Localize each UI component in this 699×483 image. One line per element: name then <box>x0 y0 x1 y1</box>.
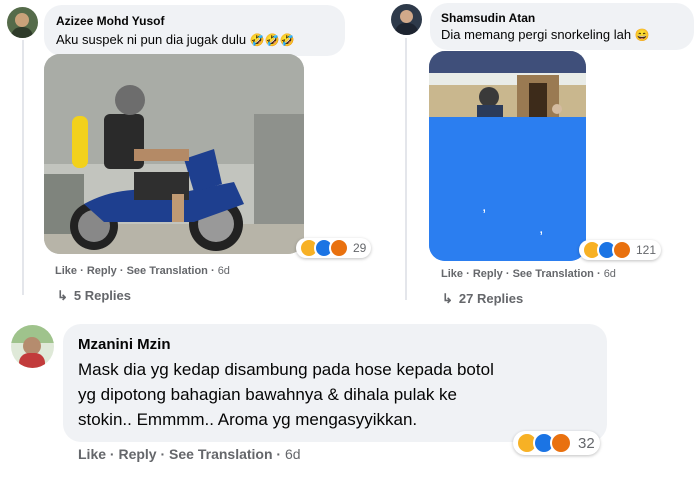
comment-author[interactable]: Azizee Mohd Yusof <box>56 14 164 28</box>
see-translation-link[interactable]: See Translation <box>127 265 208 277</box>
comment-actions: Like · Reply · See Translation · 6d <box>441 268 616 280</box>
comment-timestamp[interactable]: 6d <box>604 268 616 280</box>
reaction-count: 29 <box>353 241 367 255</box>
reply-link[interactable]: Reply <box>87 265 117 277</box>
reactions-summary[interactable]: 121 <box>579 240 662 260</box>
view-replies-link[interactable]: ↳ 5 Replies <box>57 288 131 304</box>
see-translation-link[interactable]: See Translation <box>169 446 272 462</box>
angry-reaction-icon <box>550 432 572 454</box>
avatar[interactable] <box>391 4 422 35</box>
avatar[interactable] <box>7 7 38 38</box>
reactions-summary[interactable]: 29 <box>296 238 372 258</box>
comment-timestamp[interactable]: 6d <box>218 265 230 277</box>
thread-line <box>22 40 24 295</box>
comment-image[interactable] <box>44 54 304 254</box>
like-link[interactable]: Like <box>78 446 106 462</box>
comment-actions: Like · Reply · See Translation · 6d <box>78 446 301 462</box>
reply-arrow-icon: ↳ <box>442 291 453 306</box>
comment-author[interactable]: Mzanini Mzin <box>78 336 171 353</box>
comment-image[interactable]: , , <box>429 51 586 261</box>
like-link[interactable]: Like <box>441 268 463 280</box>
angry-reaction-icon <box>329 238 349 258</box>
avatar[interactable] <box>11 325 54 368</box>
grinning-emoji-icon: 😄 <box>634 28 650 42</box>
comment-bubble: Mzanini Mzin Mask dia yg kedap disambung… <box>63 324 607 442</box>
comment-actions: Like · Reply · See Translation · 6d <box>55 265 230 277</box>
like-link[interactable]: Like <box>55 265 77 277</box>
comment-text-line: stokin.. Emmmm.. Aroma yg mengasyyikkan. <box>78 410 418 429</box>
scuba-rider-photo <box>44 54 304 254</box>
comment-bubble: Shamsudin Atan Dia memang pergi snorkeli… <box>430 3 694 50</box>
comment-text: Aku suspek ni pun dia jugak dulu 🤣🤣🤣 <box>56 32 295 47</box>
view-replies-link[interactable]: ↳ 27 Replies <box>442 291 523 307</box>
laughing-emoji-icon: 🤣🤣🤣 <box>249 33 295 47</box>
blurred-photo: , , <box>429 51 586 261</box>
reaction-count: 121 <box>636 243 657 257</box>
reply-link[interactable]: Reply <box>473 268 503 280</box>
svg-text:,: , <box>539 220 543 237</box>
reply-link[interactable]: Reply <box>118 446 156 462</box>
see-translation-link[interactable]: See Translation <box>513 268 594 280</box>
comment-timestamp[interactable]: 6d <box>285 446 301 462</box>
comment-text-line: Mask dia yg kedap disambung pada hose ke… <box>78 360 494 379</box>
reaction-count: 32 <box>578 434 595 452</box>
reactions-summary[interactable]: 32 <box>513 431 600 455</box>
reply-arrow-icon: ↳ <box>57 288 68 303</box>
comment-author[interactable]: Shamsudin Atan <box>441 11 535 25</box>
comment-text: Dia memang pergi snorkeling lah 😄 <box>441 27 650 42</box>
comment-bubble: Azizee Mohd Yusof Aku suspek ni pun dia … <box>44 5 345 56</box>
thread-line <box>405 38 407 300</box>
comment-text-line: yg dipotong bahagian bawahnya & dihala p… <box>78 385 458 404</box>
angry-reaction-icon <box>612 240 632 260</box>
svg-text:,: , <box>482 198 486 215</box>
